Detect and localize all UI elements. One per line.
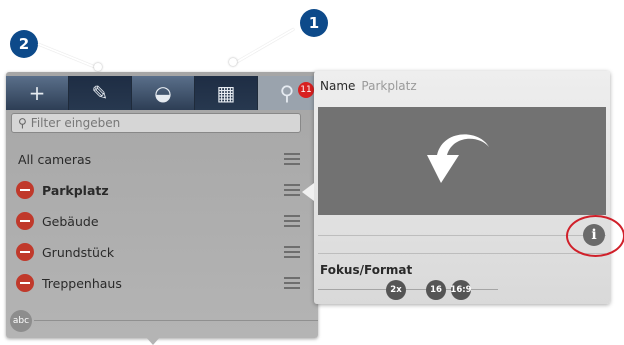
- name-label: Name: [320, 79, 356, 93]
- drag-handle-icon[interactable]: [284, 184, 300, 196]
- drag-handle-icon[interactable]: [284, 215, 300, 227]
- panel-connector-arrow: [302, 183, 314, 201]
- filter-input[interactable]: ⚲ Filter eingeben: [11, 113, 301, 133]
- list-item-grundstuck[interactable]: Grundstück: [6, 238, 318, 266]
- list-item-label: Gebäude: [42, 213, 99, 229]
- list-item-label: Parkplatz: [42, 182, 109, 198]
- drag-handle-icon[interactable]: [284, 153, 300, 165]
- abc-badge[interactable]: abc: [10, 310, 32, 332]
- camera-button[interactable]: ◒: [132, 76, 195, 110]
- camera-icon: ◒: [154, 81, 172, 105]
- grid-view-button[interactable]: ▦: [195, 76, 258, 110]
- search-icon: ⚲: [279, 81, 295, 105]
- plus-icon: +: [28, 81, 46, 105]
- callout-badge-1: 1: [300, 9, 328, 37]
- fokus-format-label: Fokus/Format: [320, 263, 413, 277]
- callout-badge-2: 2: [10, 30, 38, 58]
- callout-dot-2: [94, 63, 102, 71]
- format-16-9-button[interactable]: 16:9: [450, 280, 472, 300]
- edit-button[interactable]: ✎: [69, 76, 132, 110]
- list-header-row[interactable]: All cameras: [6, 145, 318, 173]
- zoom-2x-button[interactable]: 2x: [386, 280, 406, 300]
- add-button[interactable]: +: [6, 76, 69, 110]
- list-item-parkplatz[interactable]: Parkplatz: [6, 176, 318, 204]
- toolbar: + ✎ ◒ ▦ ⚲ 11: [6, 76, 318, 110]
- callout-line-1: [234, 28, 295, 64]
- rotate-arrow-icon: [427, 134, 489, 183]
- list-item-treppenhaus[interactable]: Treppenhaus: [6, 269, 318, 297]
- list-item-label: Grundstück: [42, 244, 115, 260]
- camera-detail-panel: Name Parkplatz i Fokus/Format 2x 16 16:9: [314, 71, 610, 304]
- remove-icon[interactable]: [16, 274, 34, 292]
- divider: [34, 320, 318, 321]
- format-16-button[interactable]: 16: [426, 280, 446, 300]
- remove-icon[interactable]: [16, 212, 34, 230]
- callout-line-2: [37, 43, 96, 69]
- list-item-label: Treppenhaus: [42, 275, 122, 291]
- filter-placeholder: Filter eingeben: [30, 116, 121, 130]
- drag-handle-icon[interactable]: [284, 246, 300, 258]
- grid-icon: ▦: [216, 81, 236, 105]
- name-value[interactable]: Parkplatz: [361, 79, 416, 93]
- search-count-badge: 11: [298, 82, 314, 98]
- highlight-ring: [566, 215, 624, 257]
- name-row: Name Parkplatz: [320, 79, 417, 93]
- remove-icon[interactable]: [16, 243, 34, 261]
- remove-icon[interactable]: [16, 181, 34, 199]
- panel-pointer: [145, 336, 161, 345]
- all-cameras-label: All cameras: [18, 151, 92, 167]
- camera-list-panel: + ✎ ◒ ▦ ⚲ 11 ⚲ Filter eingeben All camer…: [6, 72, 318, 338]
- filter-search-icon: ⚲: [18, 116, 27, 130]
- divider: [318, 235, 606, 236]
- search-button[interactable]: ⚲ 11: [258, 76, 316, 110]
- drag-handle-icon[interactable]: [284, 277, 300, 289]
- edit-icon: ✎: [91, 81, 109, 105]
- divider: [318, 253, 606, 254]
- callout-dot-1: [229, 58, 237, 66]
- camera-preview[interactable]: [318, 107, 606, 215]
- list-item-gebaude[interactable]: Gebäude: [6, 207, 318, 235]
